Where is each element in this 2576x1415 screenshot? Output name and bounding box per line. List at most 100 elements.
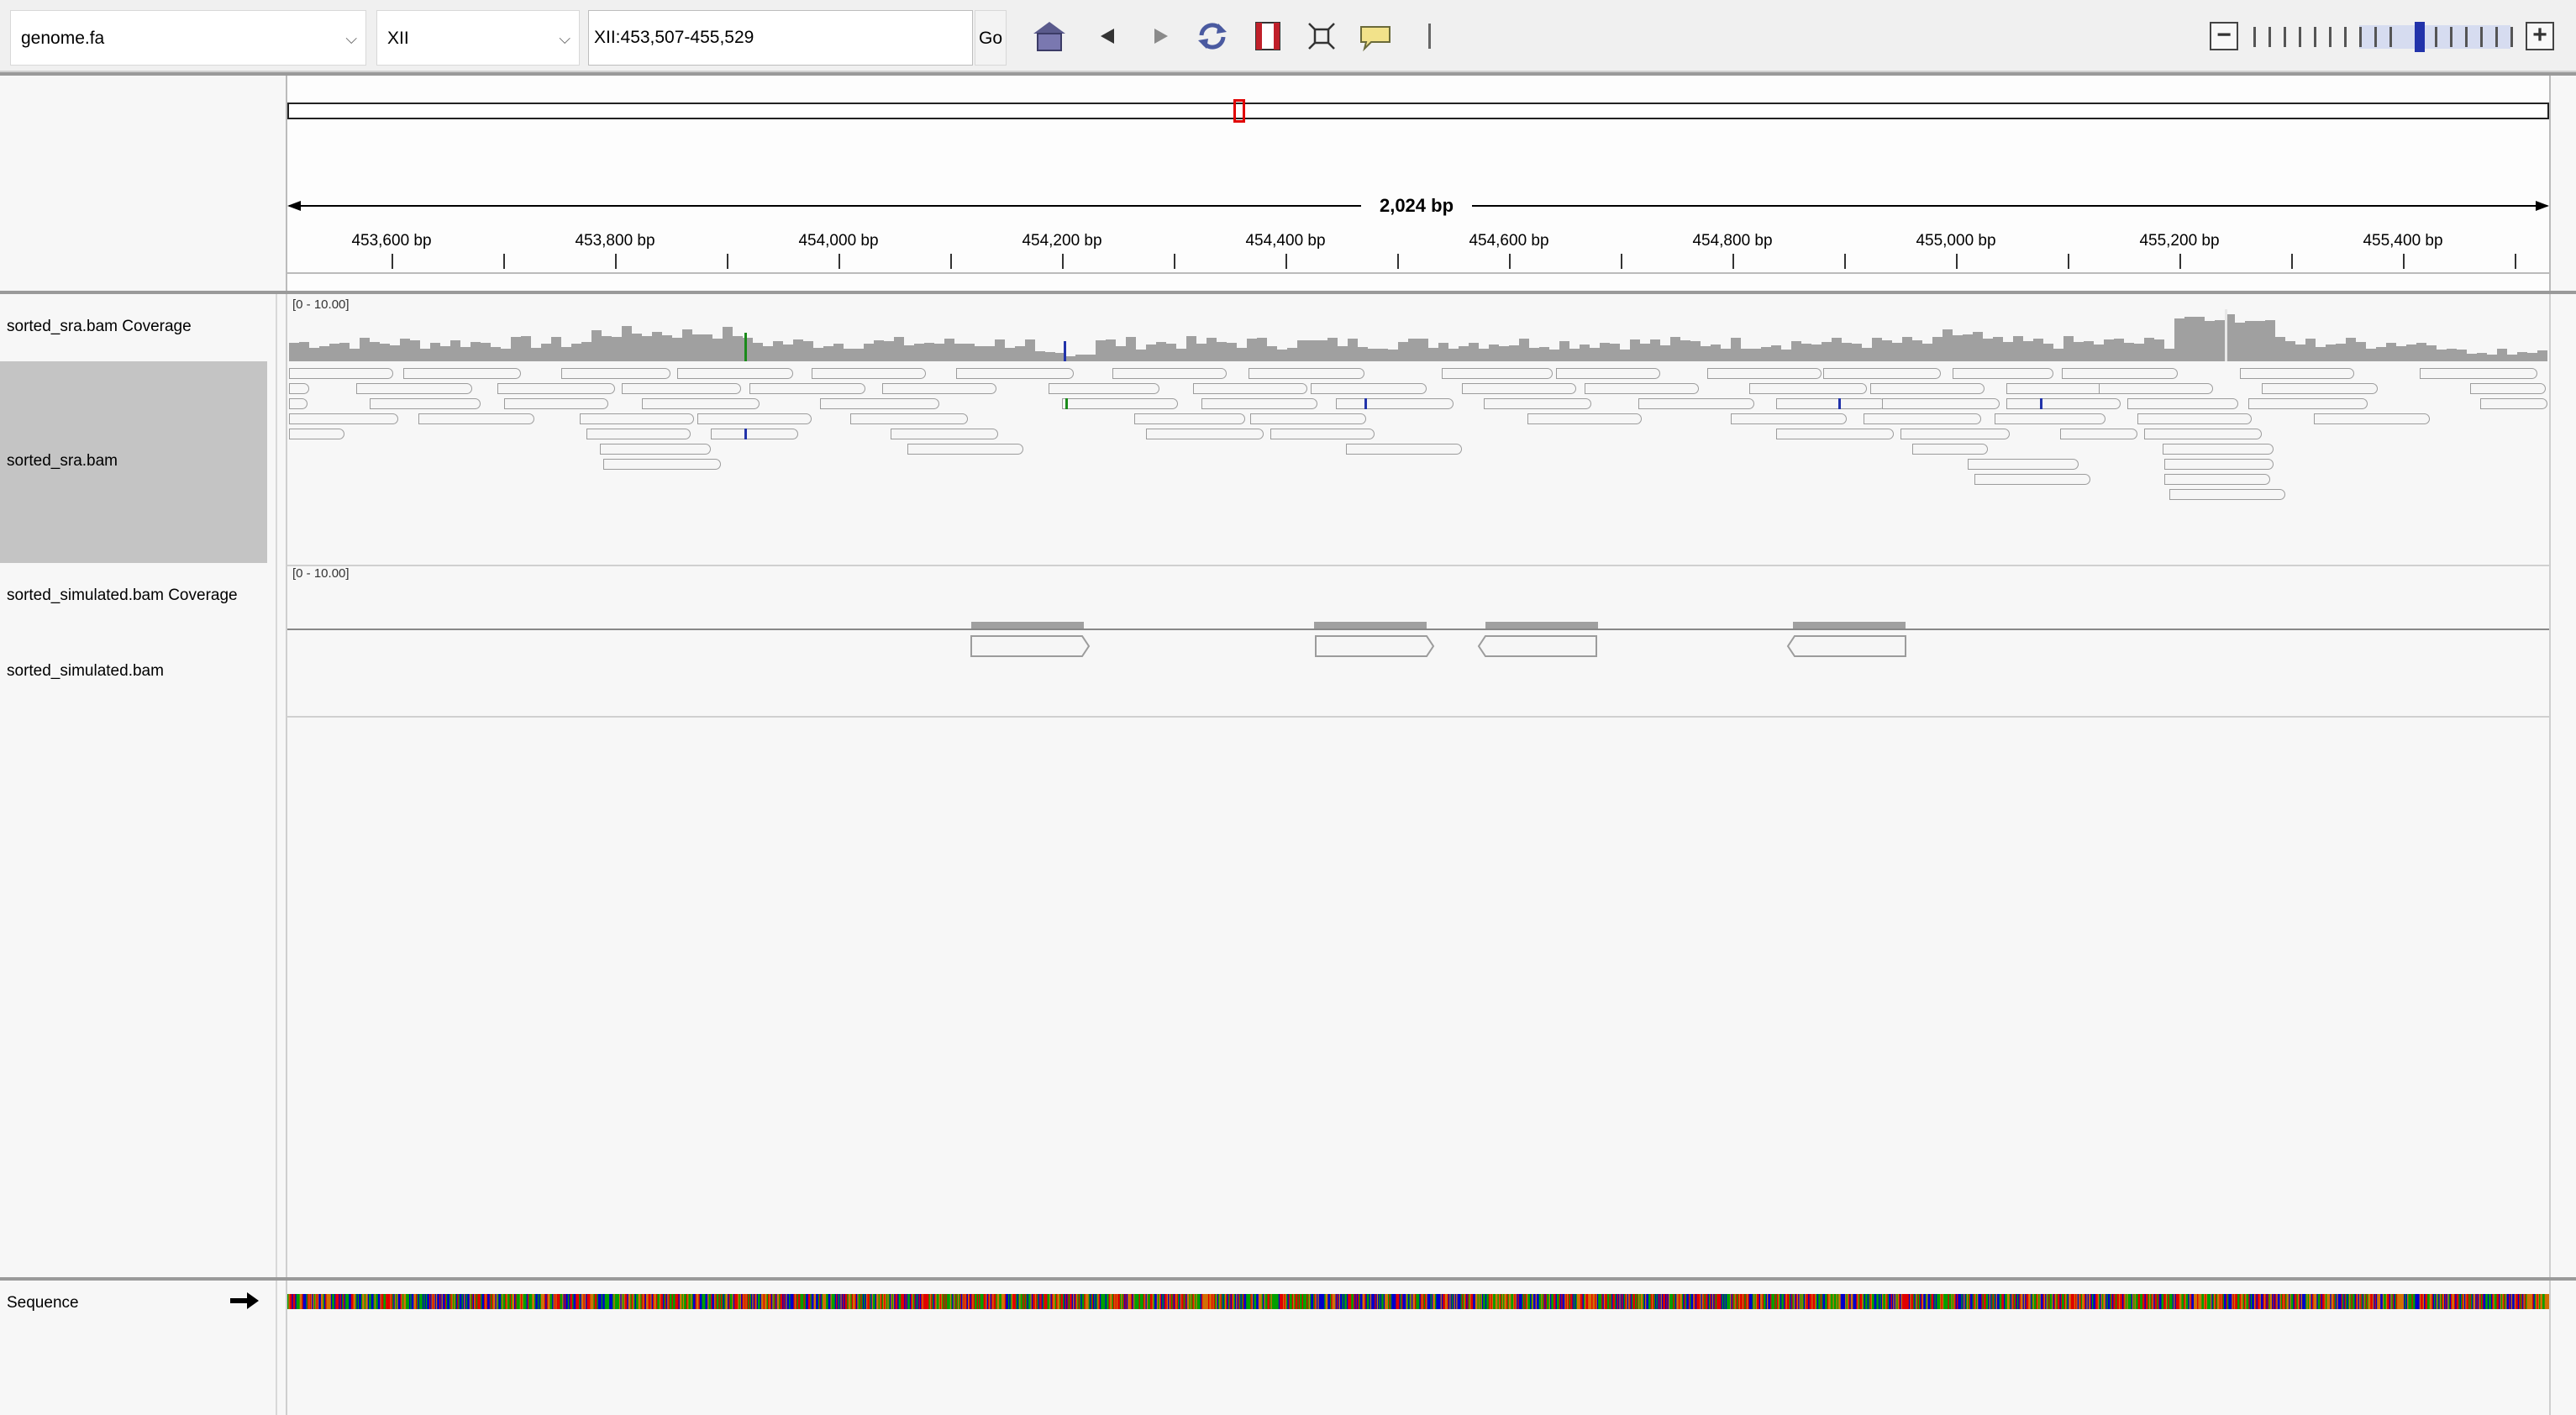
alignment-read[interactable] bbox=[1785, 634, 1911, 659]
zoom-tick[interactable] bbox=[2253, 27, 2256, 47]
zoom-tick[interactable] bbox=[2450, 27, 2452, 47]
alignment-read[interactable] bbox=[1193, 383, 1307, 394]
alignment-read[interactable] bbox=[1823, 368, 1941, 379]
alignment-read[interactable] bbox=[2163, 444, 2274, 455]
popup-info-icon[interactable] bbox=[1356, 17, 1395, 55]
zoom-widget[interactable]: − + bbox=[2210, 22, 2556, 52]
zoom-tick[interactable] bbox=[2314, 27, 2316, 47]
alignment-read[interactable] bbox=[2099, 383, 2213, 394]
chromosome-ideogram[interactable] bbox=[287, 103, 2549, 119]
alignment-read[interactable] bbox=[2169, 489, 2285, 500]
track-name-sim-alignments[interactable]: sorted_simulated.bam bbox=[7, 662, 164, 681]
alignment-read[interactable] bbox=[603, 459, 721, 470]
alignment-read[interactable] bbox=[289, 429, 344, 439]
alignment-read[interactable] bbox=[2144, 429, 2262, 439]
alignment-read[interactable] bbox=[2470, 383, 2546, 394]
alignment-read[interactable] bbox=[882, 383, 996, 394]
alignment-read[interactable] bbox=[2060, 429, 2137, 439]
alignment-read[interactable] bbox=[1527, 413, 1642, 424]
alignment-read[interactable] bbox=[1311, 383, 1427, 394]
alignment-read[interactable] bbox=[966, 634, 1092, 659]
alignment-read[interactable] bbox=[586, 429, 691, 439]
alignment-read[interactable] bbox=[2164, 474, 2270, 485]
alignment-read[interactable] bbox=[1638, 398, 1754, 409]
alignment-read[interactable] bbox=[697, 413, 812, 424]
alignment-read[interactable] bbox=[1146, 429, 1264, 439]
alignment-read[interactable] bbox=[2127, 398, 2238, 409]
alignment-read[interactable] bbox=[289, 413, 398, 424]
alignment-read[interactable] bbox=[1346, 444, 1462, 455]
alignment-read[interactable] bbox=[497, 383, 615, 394]
go-button[interactable]: Go bbox=[975, 10, 1007, 66]
alignment-read[interactable] bbox=[1731, 413, 1847, 424]
alignment-read[interactable] bbox=[2240, 368, 2354, 379]
alignment-read[interactable] bbox=[2314, 413, 2430, 424]
alignment-read[interactable] bbox=[1201, 398, 1317, 409]
alignment-read[interactable] bbox=[2480, 398, 2547, 409]
alignment-read[interactable] bbox=[1882, 398, 2000, 409]
alignment-read[interactable] bbox=[1585, 383, 1699, 394]
alignment-read[interactable] bbox=[1776, 429, 1894, 439]
alignment-read[interactable] bbox=[1484, 398, 1591, 409]
zoom-tick[interactable] bbox=[2480, 27, 2483, 47]
alignment-read[interactable] bbox=[1442, 368, 1553, 379]
alignment-read[interactable] bbox=[356, 383, 472, 394]
zoom-in-button[interactable]: + bbox=[2526, 22, 2554, 50]
alignment-read[interactable] bbox=[1968, 459, 2079, 470]
chromosome-dropdown[interactable]: XII ⌵ bbox=[376, 10, 580, 66]
alignment-read[interactable] bbox=[1062, 398, 1178, 409]
zoom-tick[interactable] bbox=[2495, 27, 2498, 47]
alignment-read[interactable] bbox=[1475, 634, 1601, 659]
alignment-read[interactable] bbox=[289, 368, 393, 379]
zoom-current-level[interactable] bbox=[2415, 22, 2425, 52]
alignment-read[interactable] bbox=[403, 368, 521, 379]
alignment-read[interactable] bbox=[1749, 383, 1867, 394]
alignment-read[interactable] bbox=[1270, 429, 1375, 439]
back-icon[interactable] bbox=[1089, 17, 1128, 55]
alignment-read[interactable] bbox=[1049, 383, 1159, 394]
genome-dropdown[interactable]: genome.fa ⌵ bbox=[10, 10, 366, 66]
alignment-read[interactable] bbox=[749, 383, 865, 394]
track-name-sim-coverage[interactable]: sorted_simulated.bam Coverage bbox=[7, 587, 238, 605]
alignment-read[interactable] bbox=[1462, 383, 1576, 394]
zoom-tick[interactable] bbox=[2329, 27, 2332, 47]
alignment-read[interactable] bbox=[1870, 383, 1985, 394]
zoom-tick[interactable] bbox=[2435, 27, 2437, 47]
fit-window-icon[interactable] bbox=[1302, 17, 1341, 55]
zoom-tick[interactable] bbox=[2299, 27, 2301, 47]
alignment-read[interactable] bbox=[642, 398, 760, 409]
locus-input[interactable]: XII:453,507-455,529 bbox=[588, 10, 973, 66]
zoom-tick[interactable] bbox=[2359, 27, 2362, 47]
alignment-read[interactable] bbox=[1900, 429, 2010, 439]
alignment-read[interactable] bbox=[622, 383, 741, 394]
strand-arrow-icon[interactable] bbox=[229, 1291, 262, 1311]
forward-icon[interactable] bbox=[1141, 17, 1180, 55]
alignment-read[interactable] bbox=[1112, 368, 1227, 379]
alignment-read[interactable] bbox=[1250, 413, 1366, 424]
alignment-read[interactable] bbox=[2006, 398, 2121, 409]
alignment-read[interactable] bbox=[2248, 398, 2368, 409]
alignment-read[interactable] bbox=[418, 413, 534, 424]
alignment-read[interactable] bbox=[1336, 398, 1454, 409]
zoom-tick[interactable] bbox=[2374, 27, 2377, 47]
alignment-read[interactable] bbox=[2006, 383, 2111, 394]
alignment-read[interactable] bbox=[907, 444, 1023, 455]
home-icon[interactable] bbox=[1030, 17, 1069, 55]
alignment-read[interactable] bbox=[1249, 368, 1364, 379]
zoom-tick[interactable] bbox=[2510, 27, 2513, 47]
zoom-tick[interactable] bbox=[2284, 27, 2286, 47]
alignment-read[interactable] bbox=[1134, 413, 1245, 424]
alignment-read[interactable] bbox=[580, 413, 694, 424]
alignment-read[interactable] bbox=[1864, 413, 1981, 424]
alignment-read[interactable] bbox=[1776, 398, 1885, 409]
alignment-read[interactable] bbox=[1556, 368, 1660, 379]
alignment-read[interactable] bbox=[1912, 444, 1988, 455]
alignment-read[interactable] bbox=[289, 383, 309, 394]
track-name-sra-alignments[interactable]: sorted_sra.bam bbox=[7, 452, 118, 471]
alignment-read[interactable] bbox=[820, 398, 939, 409]
zoom-tick[interactable] bbox=[2344, 27, 2347, 47]
alignment-read[interactable] bbox=[600, 444, 711, 455]
alignment-read[interactable] bbox=[2137, 413, 2252, 424]
alignment-read[interactable] bbox=[289, 398, 308, 409]
zoom-tick[interactable] bbox=[2465, 27, 2468, 47]
